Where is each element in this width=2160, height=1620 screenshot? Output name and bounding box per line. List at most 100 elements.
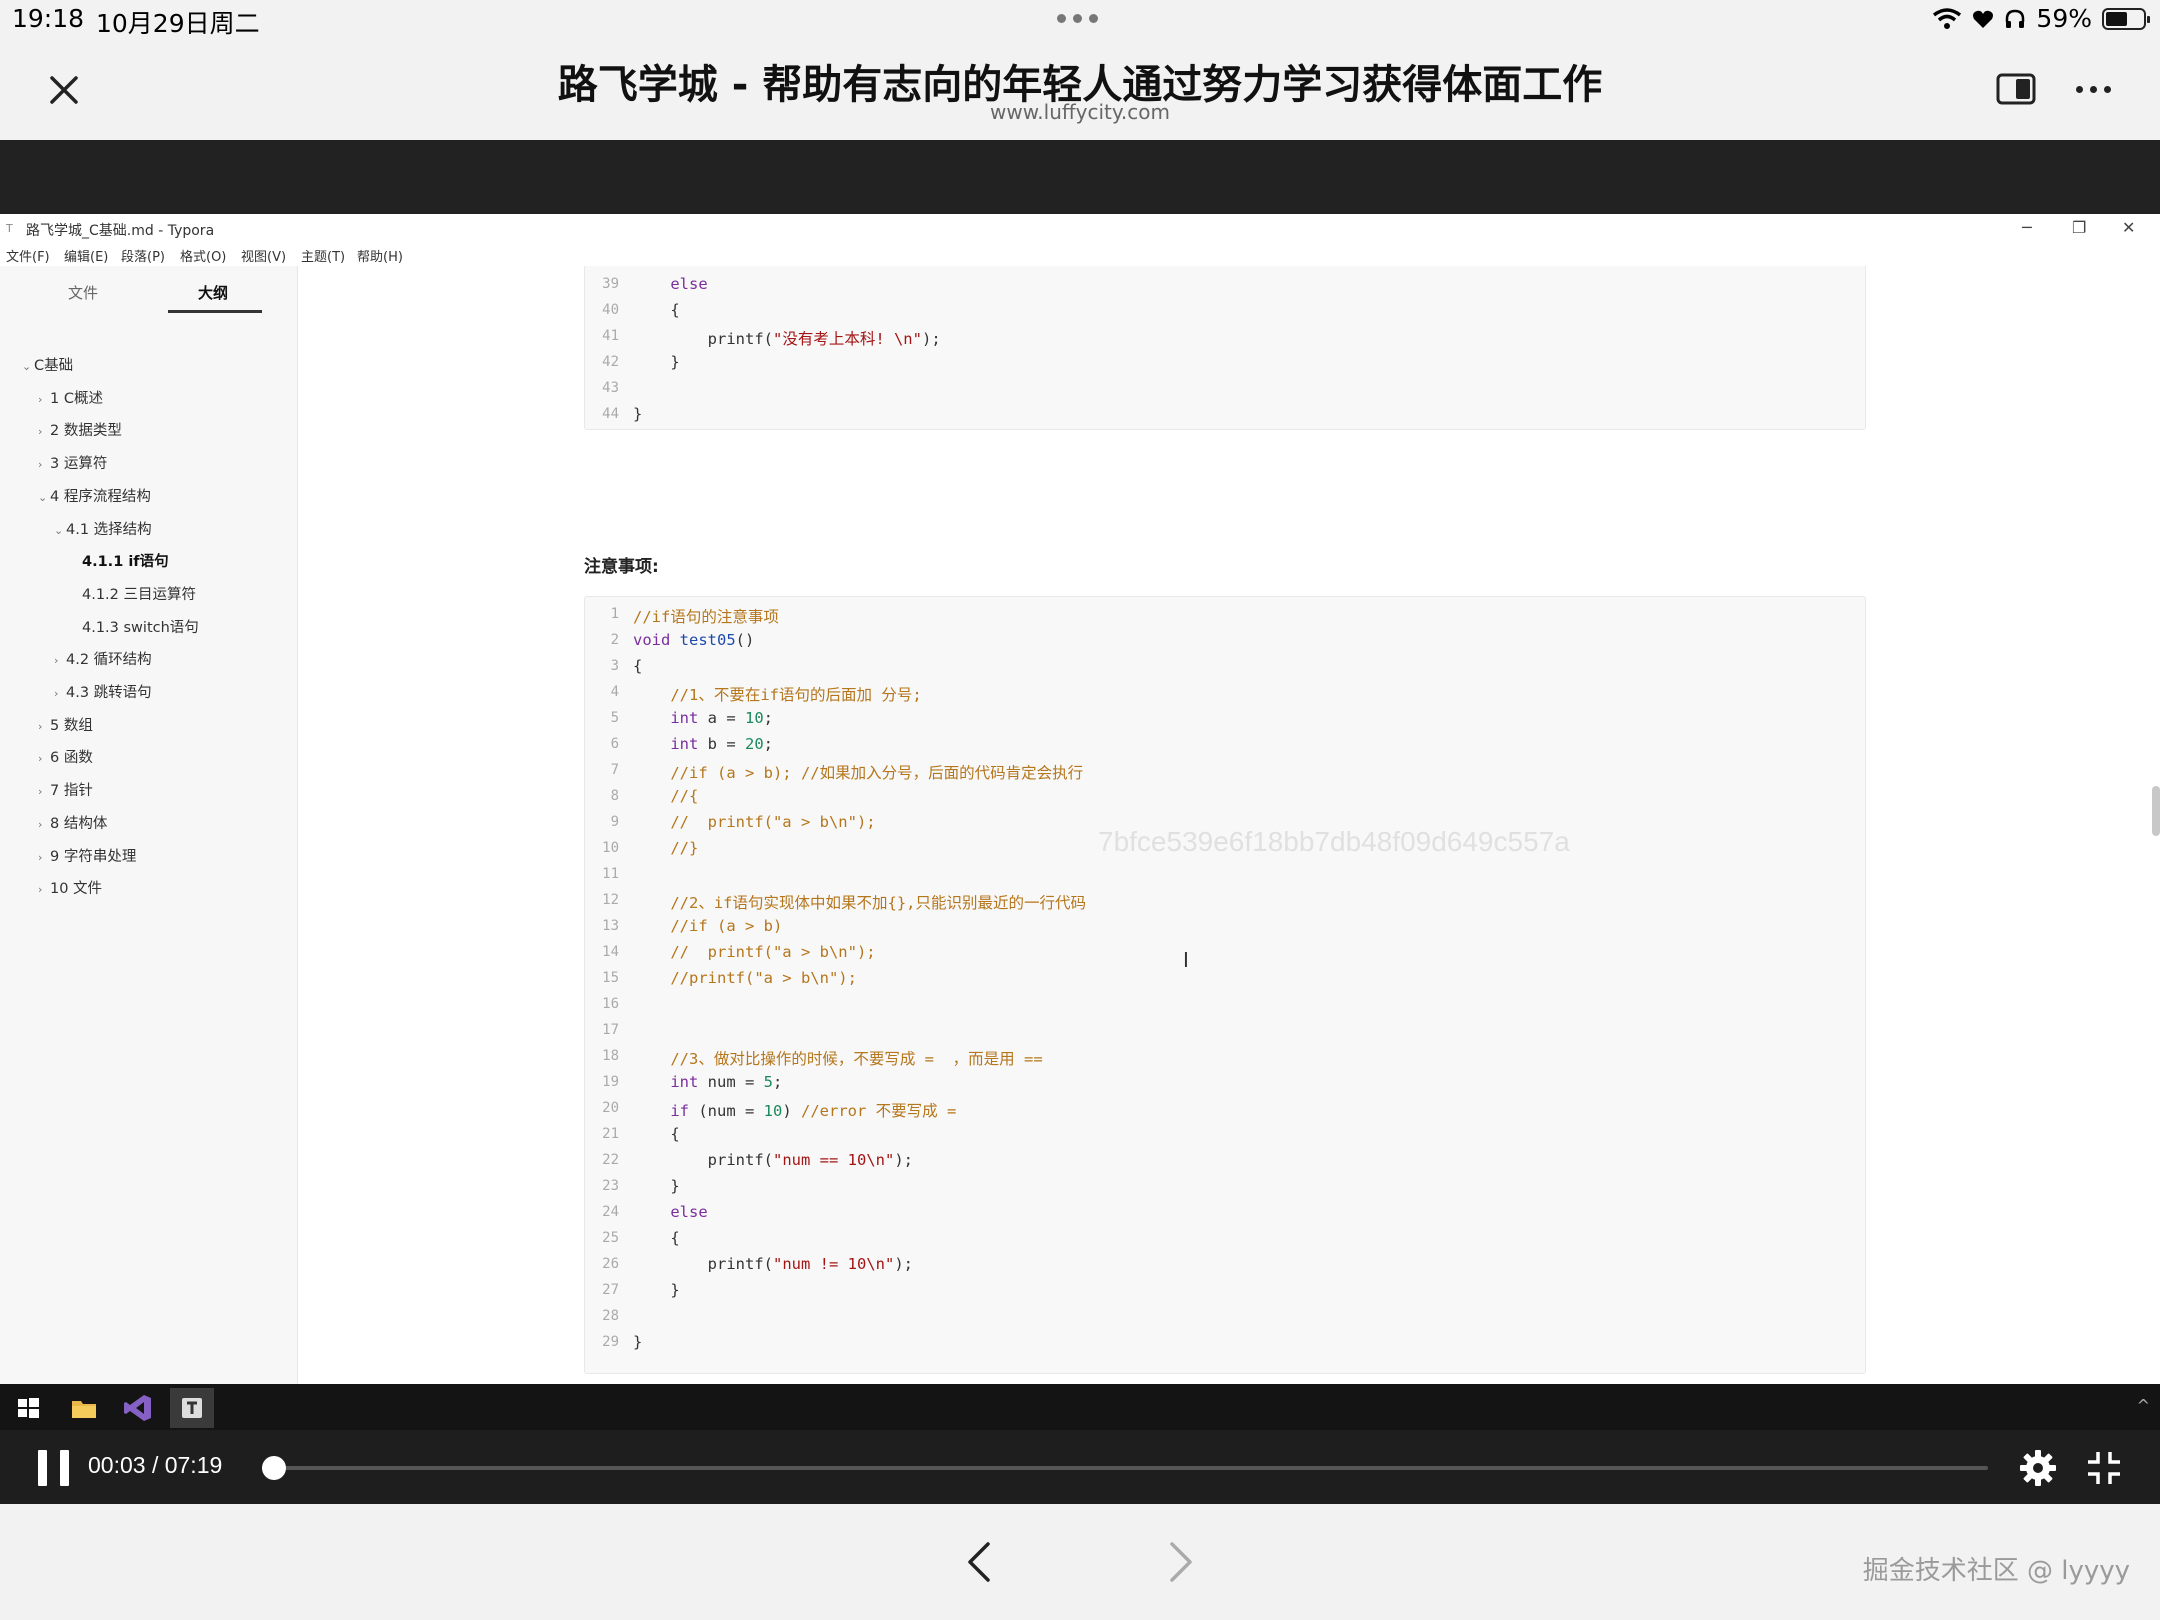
typora-logo-icon: T [6,222,13,235]
code-block-2[interactable]: 1//if语句的注意事项 2 void test05() 3{4 //1、不要在if语… [584,596,1866,1374]
code-line[interactable]: 19 int num = 5; [585,1071,1865,1097]
menu-item[interactable]: 格式(O) [180,246,226,265]
chevron-right-icon[interactable]: › [38,818,50,831]
split-view-icon[interactable] [1996,73,2036,105]
restore-icon[interactable]: ❐ [2072,218,2086,237]
progress-bar[interactable] [262,1466,1988,1470]
outline-item[interactable]: 4.1.1 if语句 [82,550,169,571]
chevron-right-icon[interactable]: › [38,851,50,864]
code-line[interactable]: 24 else [585,1201,1865,1227]
forward-arrow-icon[interactable] [1166,1540,1196,1584]
code-line[interactable]: 7 //if (a > b); //如果加入分号，后面的代码肯定会执行 [585,759,1865,785]
progress-knob[interactable] [261,1456,286,1480]
more-options-icon[interactable] [2076,86,2111,93]
outline-item[interactable]: 4.1.3 switch语句 [82,616,199,637]
code-line[interactable]: 2 void test05() [585,629,1865,655]
outline-item[interactable]: ⌄ 4.1 选择结构 [54,518,152,539]
code-text: } [633,353,680,371]
exit-fullscreen-icon[interactable] [2086,1450,2122,1486]
multitasking-dots-icon[interactable] [1057,14,1098,23]
chevron-up-icon[interactable]: ^ [2137,1396,2150,1415]
outline-item[interactable]: › 9 字符串处理 [38,845,136,866]
back-arrow-icon[interactable] [964,1540,994,1584]
code-line[interactable]: 4 //1、不要在if语句的后面加 分号; [585,681,1865,707]
menu-item[interactable]: 主题(T) [301,246,345,265]
chevron-right-icon[interactable]: › [38,752,50,765]
code-line[interactable]: 6 int b = 20; [585,733,1865,759]
chevron-right-icon[interactable]: › [38,393,50,406]
chevron-right-icon[interactable]: › [38,720,50,733]
editor-content[interactable]: 39 else 40 {41 printf("没有考上本科! \n"); 42 } 4… [298,266,2160,1384]
code-line[interactable]: 28 [585,1305,1865,1331]
code-line[interactable]: 39 else [585,273,1865,299]
code-line[interactable]: 17 [585,1019,1865,1045]
code-line[interactable]: 16 [585,993,1865,1019]
code-line[interactable]: 27 } [585,1279,1865,1305]
outline-item[interactable]: 4.1.2 三目运算符 [82,583,196,604]
code-block-1[interactable]: 39 else 40 {41 printf("没有考上本科! \n"); 42 } 4… [584,266,1866,430]
outline-item[interactable]: › 7 指针 [38,779,93,800]
outline-item[interactable]: ⌄ C基础 [22,354,73,375]
chevron-right-icon[interactable]: › [54,654,66,667]
outline-item[interactable]: › 6 函数 [38,746,93,767]
code-line[interactable]: 23 } [585,1175,1865,1201]
outline-item[interactable]: › 8 结构体 [38,812,107,833]
menu-item[interactable]: 编辑(E) [64,246,108,265]
code-line[interactable]: 22 printf("num == 10\n"); [585,1149,1865,1175]
code-line[interactable]: 13 //if (a > b) [585,915,1865,941]
menu-item[interactable]: 文件(F) [6,246,50,265]
code-line[interactable]: 8 //{ [585,785,1865,811]
chevron-down-icon[interactable]: ⌄ [38,491,50,504]
code-line[interactable]: 26 printf("num != 10\n"); [585,1253,1865,1279]
chevron-right-icon[interactable]: › [38,458,50,471]
code-line[interactable]: 44} [585,403,1865,429]
chevron-right-icon[interactable]: › [38,785,50,798]
code-line[interactable]: 18 //3、做对比操作的时候，不要写成 = ，而是用 == [585,1045,1865,1071]
outline-item[interactable]: › 3 运算符 [38,452,107,473]
video-player[interactable]: T 路飞学城_C基础.md - Typora ─ ❐ ✕ 文件(F) 编辑(E) 段… [0,140,2160,1504]
typora-taskbar-icon[interactable] [176,1392,208,1424]
code-line[interactable]: 12 //2、if语句实现体中如果不加{},只能识别最近的一行代码 [585,889,1865,915]
code-line[interactable]: 21 { [585,1123,1865,1149]
code-text: } [633,405,643,423]
outline-item[interactable]: › 1 C概述 [38,387,103,408]
chevron-right-icon[interactable]: › [38,883,50,896]
code-line[interactable]: 29} [585,1331,1865,1357]
gear-icon[interactable] [2018,1448,2058,1488]
minimize-icon[interactable]: ─ [2022,218,2032,237]
file-explorer-icon[interactable] [68,1392,100,1424]
outline-item[interactable]: ⌄ 4 程序流程结构 [38,485,151,506]
outline-item[interactable]: › 4.2 循环结构 [54,648,152,669]
chevron-right-icon[interactable]: › [54,687,66,700]
menu-item[interactable]: 视图(V) [241,246,286,265]
code-line[interactable]: 3{ [585,655,1865,681]
window-close-icon[interactable]: ✕ [2122,218,2135,237]
code-line[interactable]: 1 //if语句的注意事项 [585,603,1865,629]
code-line[interactable]: 5 int a = 10; [585,707,1865,733]
menu-item[interactable]: 段落(P) [121,246,165,265]
outline-item[interactable]: › 4.3 跳转语句 [54,681,152,702]
code-line[interactable]: 15 //printf("a > b\n"); [585,967,1865,993]
code-line[interactable]: 41 printf("没有考上本科! \n"); [585,325,1865,351]
chevron-down-icon[interactable]: ⌄ [22,360,34,373]
windows-start-icon[interactable] [12,1392,44,1424]
scrollbar-thumb[interactable] [2152,786,2160,836]
tab-files[interactable]: 文件 [68,282,98,303]
outline-item[interactable]: › 2 数据类型 [38,419,122,440]
code-text: //if语句的注意事项 [633,608,779,626]
chevron-right-icon[interactable]: › [38,425,50,438]
code-line[interactable]: 25 { [585,1227,1865,1253]
pause-button[interactable] [38,1450,72,1486]
code-line[interactable]: 40 { [585,299,1865,325]
menu-item[interactable]: 帮助(H) [357,246,403,265]
code-line[interactable]: 42 } [585,351,1865,377]
code-line[interactable]: 14 // printf("a > b\n"); [585,941,1865,967]
code-line[interactable]: 11 [585,863,1865,889]
code-line[interactable]: 43 [585,377,1865,403]
chevron-down-icon[interactable]: ⌄ [54,524,66,537]
outline-item[interactable]: › 10 文件 [38,877,102,898]
outline-item[interactable]: › 5 数组 [38,714,93,735]
visual-studio-icon[interactable] [122,1392,154,1424]
code-line[interactable]: 20 if (num = 10) //error 不要写成 = [585,1097,1865,1123]
tab-outline[interactable]: 大纲 [198,282,228,303]
